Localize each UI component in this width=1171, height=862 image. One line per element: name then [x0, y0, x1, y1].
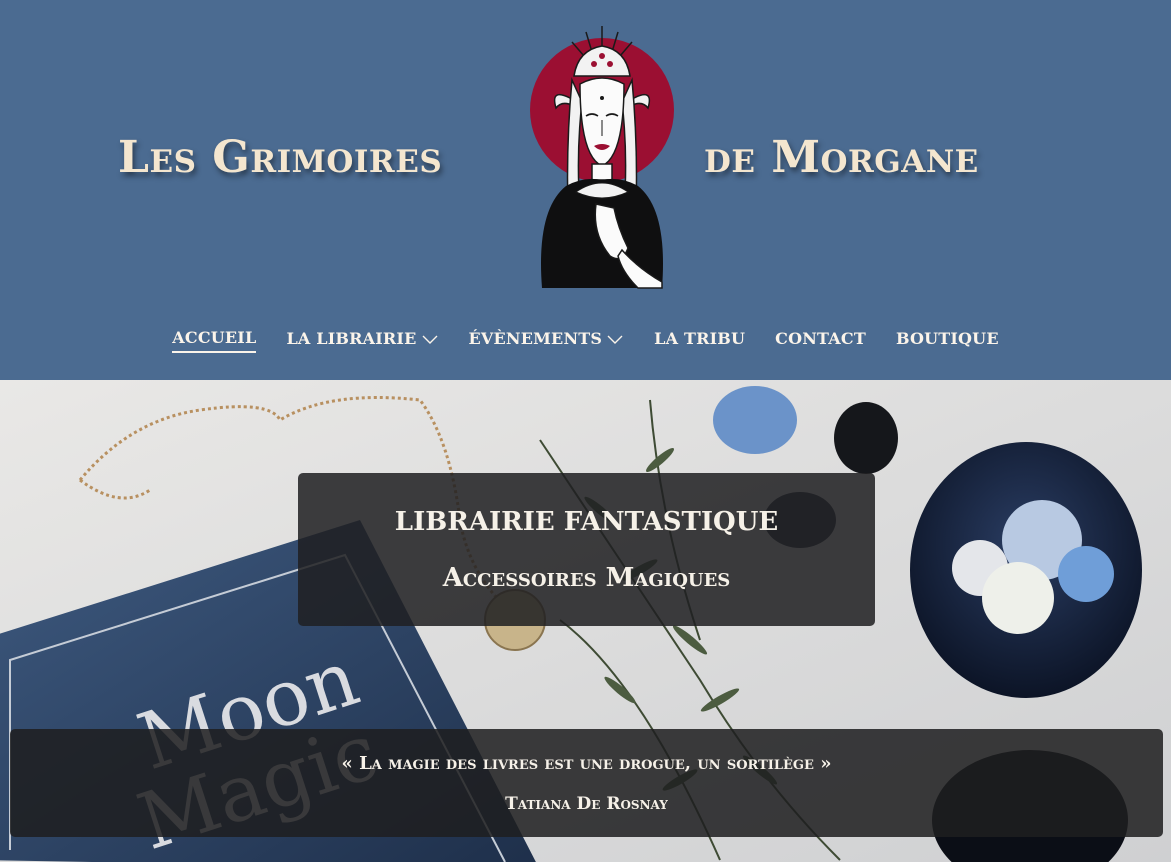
quote-box: « La magie des livres est une drogue, un… — [10, 729, 1163, 837]
tagline-librairie: LIBRAIRIE FANTASTIQUE — [394, 506, 779, 537]
tagline-accessoires: Accessoires Magiques — [442, 562, 731, 593]
quote-text: « La magie des livres est une drogue, un… — [341, 752, 832, 774]
chevron-down-icon — [422, 335, 438, 344]
nav-item-boutique[interactable]: BOUTIQUE — [896, 328, 999, 353]
nav-item-label: ACCUEIL — [172, 328, 257, 347]
nav-item-la-librairie[interactable]: LA LIBRAIRIE — [286, 328, 438, 353]
witch-portrait-logo-icon[interactable] — [522, 24, 682, 290]
nav-item-contact[interactable]: CONTACT — [775, 328, 866, 353]
main-nav: ACCUEIL LA LIBRAIRIE ÉVÈNEMENTS LA TRIBU… — [0, 328, 1171, 353]
nav-item-label: CONTACT — [775, 329, 866, 348]
nav-item-la-tribu[interactable]: LA TRIBU — [654, 328, 745, 353]
nav-item-label: BOUTIQUE — [895, 329, 999, 348]
nav-item-evenements[interactable]: ÉVÈNEMENTS — [469, 328, 625, 353]
tagline-box: LIBRAIRIE FANTASTIQUE Accessoires Magiqu… — [298, 473, 875, 626]
site-title-right[interactable]: de Morgane — [704, 132, 979, 183]
site-title-left[interactable]: Les Grimoires — [118, 132, 442, 183]
nav-item-accueil[interactable]: ACCUEIL — [172, 328, 257, 353]
site-header: Les Grimoires de Morgane ACCUEIL LA LIBR… — [0, 0, 1171, 380]
quote-author: Tatiana De Rosnay — [505, 793, 668, 814]
nav-item-label: LA TRIBU — [654, 329, 746, 348]
chevron-down-icon — [607, 335, 623, 344]
nav-item-label: LA LIBRAIRIE — [286, 329, 417, 348]
nav-item-label: ÉVÈNEMENTS — [468, 329, 603, 348]
